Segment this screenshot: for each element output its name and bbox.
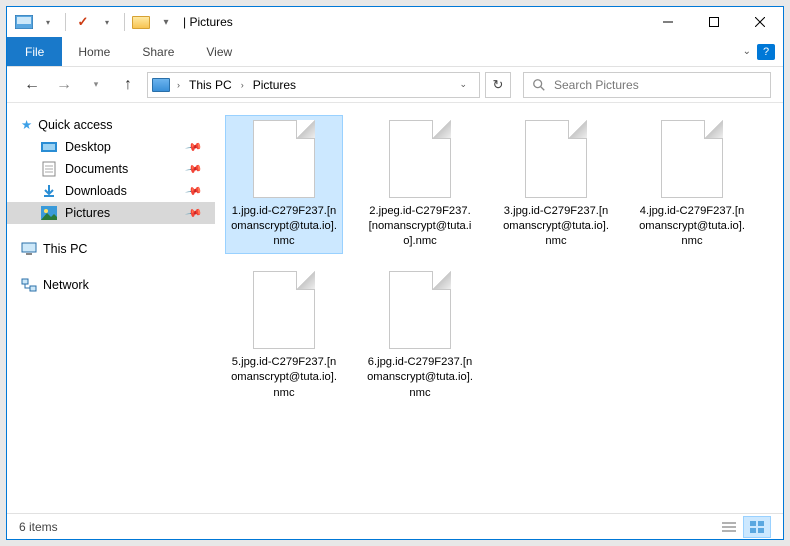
pin-icon: 📌 — [185, 138, 204, 157]
navigation-pane: ★ Quick access Desktop📌Documents📌Downloa… — [7, 103, 215, 513]
close-button[interactable] — [737, 7, 783, 37]
maximize-button[interactable] — [691, 7, 737, 37]
sidebar-item-pictures[interactable]: Pictures 📌 — [7, 202, 215, 224]
separator — [65, 13, 66, 31]
sidebar-item-label: Documents — [65, 162, 128, 176]
qat-overflow-icon[interactable]: ▾ — [155, 11, 177, 33]
location-icon — [152, 78, 170, 92]
sidebar-item-desktop[interactable]: Desktop 📌 — [7, 136, 215, 158]
file-name: 1.jpg.id-C279F237.[nomanscrypt@tuta.io].… — [230, 204, 338, 249]
this-pc-label: This PC — [43, 242, 87, 256]
tab-view[interactable]: View — [190, 37, 248, 66]
file-icon — [389, 271, 451, 349]
file-item[interactable]: 5.jpg.id-C279F237.[nomanscrypt@tuta.io].… — [225, 266, 343, 405]
network-label: Network — [43, 278, 89, 292]
navigation-bar: ← → ▾ ↑ › This PC › Pictures ⌄ ↻ Search … — [7, 67, 783, 103]
breadcrumb[interactable]: › This PC › Pictures ⌄ — [147, 72, 480, 98]
quick-access-toolbar: ▾ ✓ ▾ ▾ — [7, 11, 177, 33]
sidebar-item-documents[interactable]: Documents 📌 — [7, 158, 215, 180]
search-input[interactable]: Search Pictures — [523, 72, 771, 98]
ribbon: File Home Share View ⌄ ? — [7, 37, 783, 67]
file-list[interactable]: 1.jpg.id-C279F237.[nomanscrypt@tuta.io].… — [215, 103, 783, 513]
tab-home[interactable]: Home — [62, 37, 126, 66]
quick-access-header[interactable]: ★ Quick access — [7, 113, 215, 136]
details-view-button[interactable] — [715, 516, 743, 538]
window-title: | Pictures — [183, 15, 233, 29]
expand-ribbon-icon[interactable]: ⌄ — [743, 46, 751, 57]
back-button[interactable]: ← — [19, 72, 45, 98]
tab-share[interactable]: Share — [126, 37, 190, 66]
search-icon — [532, 78, 546, 92]
documents-icon — [41, 162, 57, 176]
network-item[interactable]: Network — [7, 274, 215, 296]
titlebar: ▾ ✓ ▾ ▾ | Pictures — [7, 7, 783, 37]
file-name: 3.jpg.id-C279F237.[nomanscrypt@tuta.io].… — [502, 204, 610, 249]
sidebar-item-label: Desktop — [65, 140, 111, 154]
desktop-icon — [41, 140, 57, 154]
chevron-right-icon[interactable]: › — [238, 80, 247, 90]
file-icon — [253, 271, 315, 349]
qat-dropdown-icon[interactable]: ▾ — [37, 11, 59, 33]
minimize-button[interactable] — [645, 7, 691, 37]
pin-icon: 📌 — [185, 160, 204, 179]
this-pc-item[interactable]: This PC — [7, 238, 215, 260]
view-toggles — [715, 516, 771, 538]
file-item[interactable]: 3.jpg.id-C279F237.[nomanscrypt@tuta.io].… — [497, 115, 615, 254]
file-item[interactable]: 6.jpg.id-C279F237.[nomanscrypt@tuta.io].… — [361, 266, 479, 405]
pc-icon — [21, 242, 37, 256]
quick-access-label: Quick access — [38, 118, 112, 132]
recent-locations-icon[interactable]: ▾ — [83, 72, 109, 98]
file-icon — [525, 120, 587, 198]
forward-button[interactable]: → — [51, 72, 77, 98]
up-button[interactable]: ↑ — [115, 72, 141, 98]
sidebar-item-label: Downloads — [65, 184, 127, 198]
search-placeholder: Search Pictures — [554, 78, 639, 92]
thumbnails-view-button[interactable] — [743, 516, 771, 538]
breadcrumb-segment[interactable]: This PC — [185, 78, 236, 92]
status-bar: 6 items — [7, 513, 783, 539]
body: ★ Quick access Desktop📌Documents📌Downloa… — [7, 103, 783, 513]
downloads-icon — [41, 184, 57, 198]
file-item[interactable]: 4.jpg.id-C279F237.[nomanscrypt@tuta.io].… — [633, 115, 751, 254]
file-name: 2.jpeg.id-C279F237.[nomanscrypt@tuta.io]… — [366, 204, 474, 249]
item-count: 6 items — [19, 520, 58, 534]
star-icon: ★ — [21, 117, 32, 132]
qat-dropdown-icon[interactable]: ▾ — [96, 11, 118, 33]
file-name: 4.jpg.id-C279F237.[nomanscrypt@tuta.io].… — [638, 204, 746, 249]
properties-icon[interactable]: ✓ — [72, 11, 94, 33]
file-name: 6.jpg.id-C279F237.[nomanscrypt@tuta.io].… — [366, 355, 474, 400]
file-name: 5.jpg.id-C279F237.[nomanscrypt@tuta.io].… — [230, 355, 338, 400]
chevron-right-icon[interactable]: › — [174, 80, 183, 90]
pictures-icon — [41, 206, 57, 220]
sidebar-item-label: Pictures — [65, 206, 110, 220]
sidebar-item-downloads[interactable]: Downloads 📌 — [7, 180, 215, 202]
pin-icon: 📌 — [185, 204, 204, 223]
file-icon — [389, 120, 451, 198]
breadcrumb-dropdown-icon[interactable]: ⌄ — [451, 79, 475, 90]
file-tab[interactable]: File — [7, 37, 62, 66]
app-icon — [13, 11, 35, 33]
folder-icon[interactable] — [131, 11, 153, 33]
explorer-window: ▾ ✓ ▾ ▾ | Pictures File Home Share View … — [6, 6, 784, 540]
file-item[interactable]: 2.jpeg.id-C279F237.[nomanscrypt@tuta.io]… — [361, 115, 479, 254]
separator — [124, 13, 125, 31]
help-button[interactable]: ? — [757, 44, 775, 60]
refresh-button[interactable]: ↻ — [485, 72, 511, 98]
breadcrumb-segment[interactable]: Pictures — [249, 78, 300, 92]
file-item[interactable]: 1.jpg.id-C279F237.[nomanscrypt@tuta.io].… — [225, 115, 343, 254]
pin-icon: 📌 — [185, 182, 204, 201]
network-icon — [21, 278, 37, 292]
window-controls — [645, 7, 783, 37]
file-icon — [661, 120, 723, 198]
file-icon — [253, 120, 315, 198]
